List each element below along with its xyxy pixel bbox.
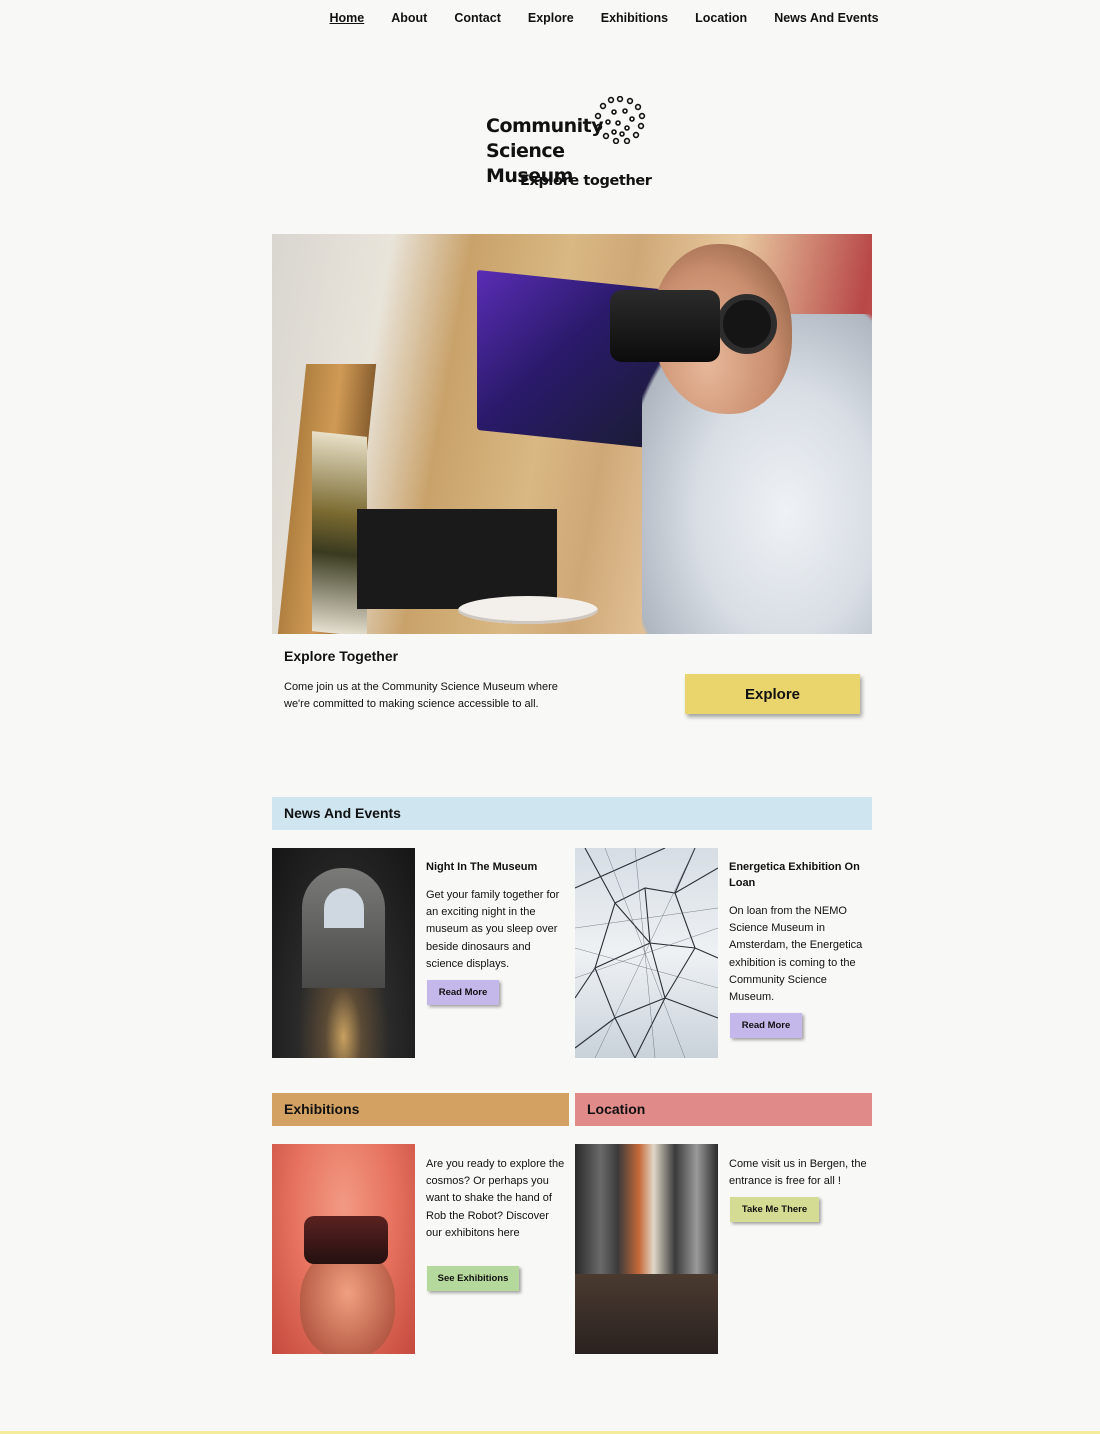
library-floor-shape	[575, 1274, 718, 1354]
exhibitions-heading: Exhibitions	[272, 1093, 569, 1126]
location-image-library	[575, 1144, 718, 1354]
vr-face-shape	[300, 1249, 395, 1354]
hall-window-shape	[324, 888, 364, 928]
take-me-there-button[interactable]: Take Me There	[730, 1197, 819, 1222]
exhibitions-image-vr	[272, 1144, 415, 1354]
nav-explore[interactable]: Explore	[514, 11, 587, 25]
news-image-museum-hall	[272, 848, 415, 1058]
virus-molecule-icon	[594, 96, 646, 144]
nav-exhibitions[interactable]: Exhibitions	[587, 11, 681, 25]
hero-vr-headset-shape	[610, 290, 720, 362]
nav-about[interactable]: About	[378, 11, 441, 25]
nav-news-and-events[interactable]: News And Events	[761, 11, 892, 25]
explore-button[interactable]: Explore	[685, 674, 860, 714]
read-more-button[interactable]: Read More	[730, 1013, 802, 1038]
nav-contact[interactable]: Contact	[441, 11, 515, 25]
news-item-text: On loan from the NEMO Science Museum in …	[729, 905, 863, 1004]
news-image-web-structure	[575, 848, 718, 1058]
vr-headset-shape	[304, 1216, 388, 1264]
nav-links: Home About Contact Explore Exhibitions L…	[316, 11, 892, 25]
location-text: Come visit us in Bergen, the entrance is…	[729, 1158, 867, 1188]
news-and-events-heading: News And Events	[272, 797, 872, 830]
nav-home[interactable]: Home	[316, 11, 378, 25]
read-more-button[interactable]: Read More	[427, 980, 499, 1005]
hero-headphone-shape	[717, 294, 777, 354]
hall-arch-shape	[302, 868, 385, 988]
exhibitions-text: Are you ready to explore the cosmos? Or …	[426, 1158, 565, 1239]
location-heading: Location	[575, 1093, 872, 1126]
site-tagline: Explore together	[520, 173, 652, 189]
hero-desk-shape	[357, 509, 557, 609]
nav-location[interactable]: Location	[682, 11, 761, 25]
explore-title: Explore Together	[284, 648, 399, 664]
hero-palette-shape	[458, 596, 598, 624]
news-item-text: Get your family together for an exciting…	[426, 889, 560, 970]
explore-text: Come join us at the Community Science Mu…	[284, 681, 558, 710]
see-exhibitions-button[interactable]: See Exhibitions	[427, 1266, 519, 1291]
news-item-title: Energetica Exhibition On Loan	[729, 861, 860, 889]
news-item-title: Night In The Museum	[426, 861, 538, 873]
hero-image	[272, 234, 872, 634]
